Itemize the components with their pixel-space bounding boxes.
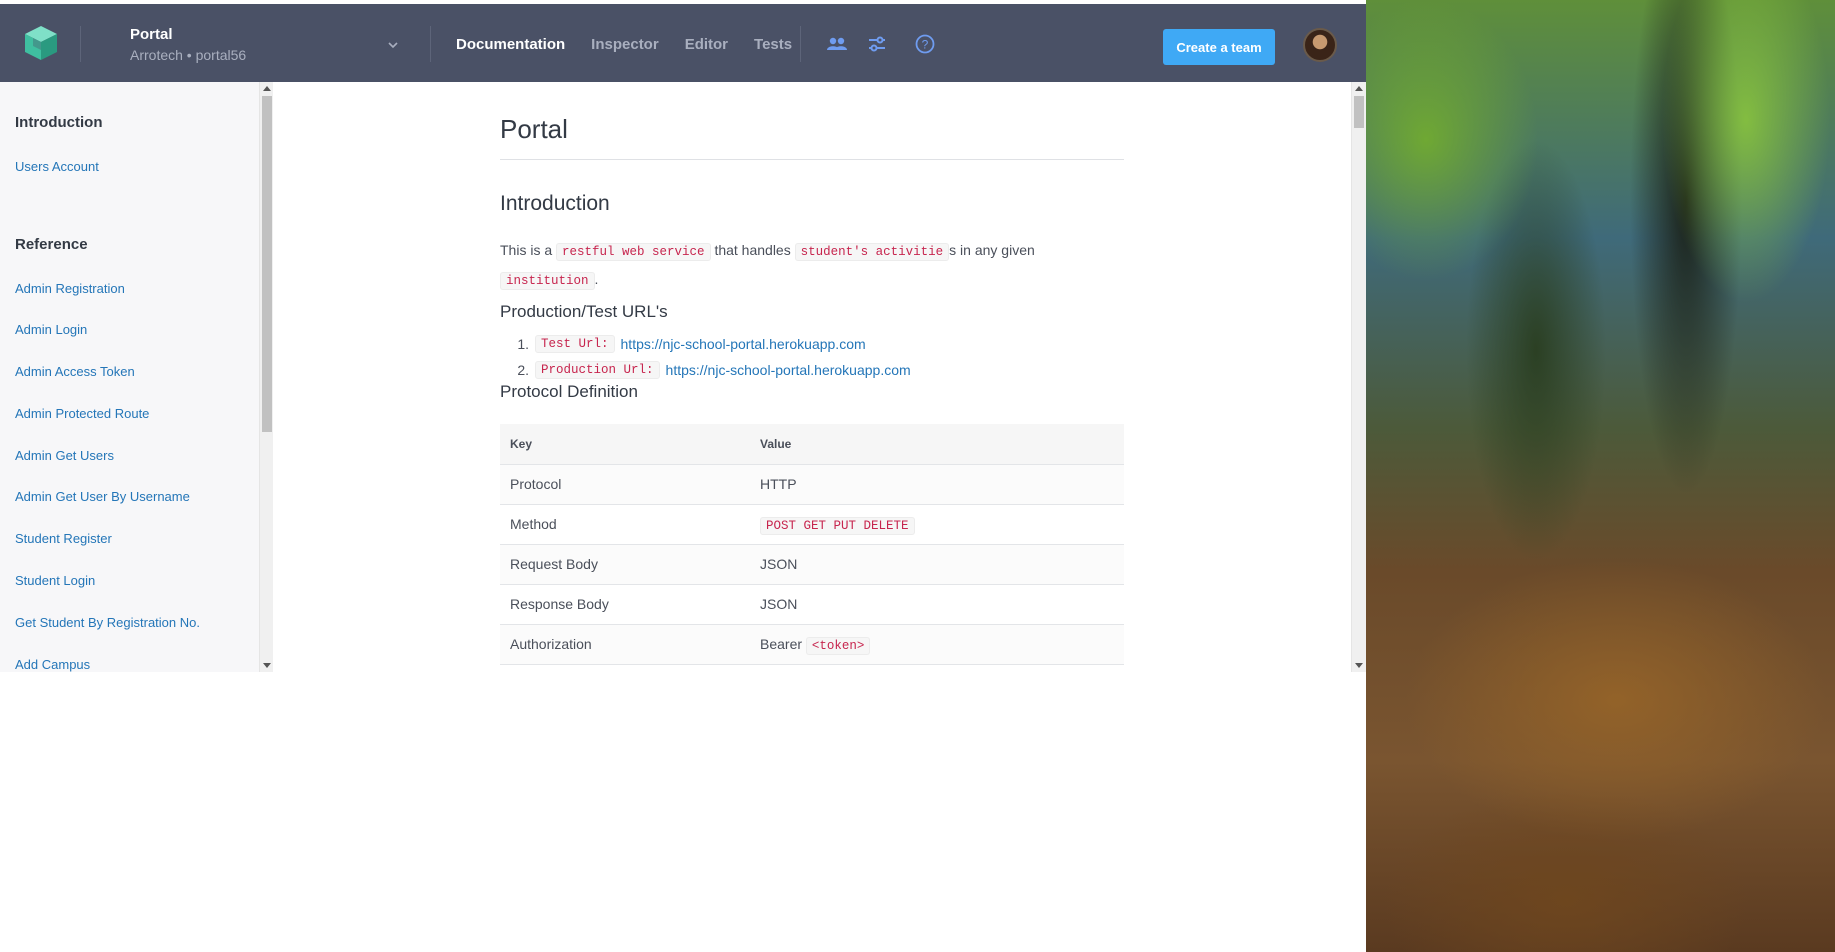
settings-sliders-icon[interactable] bbox=[866, 34, 888, 54]
inline-code: POST GET PUT DELETE bbox=[760, 516, 915, 535]
table-cell-value: JSON bbox=[750, 544, 1124, 585]
table-cell-key: Response Body bbox=[500, 584, 750, 625]
table-cell-key: Method bbox=[500, 504, 750, 545]
sidebar-item-admin-access-token[interactable]: Admin Access Token bbox=[15, 364, 135, 379]
main-tabs: Documentation Inspector Editor Tests bbox=[456, 36, 818, 53]
sidebar-item-add-campus[interactable]: Add Campus bbox=[15, 657, 90, 672]
title-divider bbox=[500, 159, 1124, 160]
table-cell-value: HTTP bbox=[750, 464, 1124, 505]
sidebar-scrollbar[interactable] bbox=[259, 82, 273, 672]
tab-inspector[interactable]: Inspector bbox=[591, 36, 659, 53]
tab-documentation[interactable]: Documentation bbox=[456, 36, 565, 53]
tab-editor[interactable]: Editor bbox=[685, 36, 728, 53]
scroll-up-arrow-icon[interactable] bbox=[263, 86, 271, 91]
main-scrollbar[interactable] bbox=[1351, 82, 1366, 672]
intro-paragraph: This is a restful web service that handl… bbox=[500, 237, 1124, 295]
table-cell-key: Authorization bbox=[500, 624, 750, 665]
sidebar-item-admin-registration[interactable]: Admin Registration bbox=[15, 281, 125, 296]
intro-heading: Introduction bbox=[500, 192, 610, 215]
intro-text: . bbox=[594, 271, 599, 287]
team-icon[interactable] bbox=[826, 34, 848, 54]
sidebar-item-get-student-by-registration[interactable]: Get Student By Registration No. bbox=[15, 615, 200, 630]
page-title: Portal bbox=[500, 114, 568, 144]
sidebar-heading-reference: Reference bbox=[15, 236, 88, 253]
chevron-down-icon[interactable] bbox=[386, 38, 400, 52]
help-icon[interactable]: ? bbox=[914, 34, 936, 54]
inline-code: Production Url: bbox=[535, 361, 660, 379]
project-name: Portal bbox=[130, 26, 173, 43]
main-scroll-thumb[interactable] bbox=[1354, 96, 1364, 128]
inline-code: institution bbox=[500, 272, 595, 290]
url-list: 1. Test Url: https://njc-school-portal.h… bbox=[500, 331, 911, 383]
table-cell-key: Protocol bbox=[500, 464, 750, 505]
sidebar-item-student-register[interactable]: Student Register bbox=[15, 531, 112, 546]
sidebar-scroll-thumb[interactable] bbox=[262, 96, 272, 432]
list-number: 1. bbox=[517, 336, 529, 352]
cell-text: Bearer bbox=[760, 635, 803, 652]
avatar[interactable] bbox=[1303, 28, 1337, 62]
sidebar-item-admin-protected-route[interactable]: Admin Protected Route bbox=[15, 406, 149, 421]
list-number: 2. bbox=[517, 362, 529, 378]
protocol-table: Key Value Protocol HTTP Method POST GET … bbox=[500, 424, 1124, 665]
intro-text: s in any given bbox=[949, 242, 1035, 258]
table-cell-value: Bearer <token> bbox=[750, 624, 1124, 665]
create-team-button[interactable]: Create a team bbox=[1163, 29, 1275, 65]
table-row: Authorization Bearer <token> bbox=[500, 624, 1124, 665]
protocol-heading: Protocol Definition bbox=[500, 382, 638, 401]
sidebar: Introduction Users Account Reference Adm… bbox=[0, 82, 259, 672]
scroll-up-arrow-icon[interactable] bbox=[1355, 86, 1363, 91]
list-item: 2. Production Url: https://njc-school-po… bbox=[500, 357, 911, 383]
header-divider bbox=[80, 26, 81, 62]
sidebar-item-admin-login[interactable]: Admin Login bbox=[15, 322, 87, 337]
desktop-wallpaper bbox=[1366, 0, 1835, 952]
scroll-down-arrow-icon[interactable] bbox=[263, 663, 271, 668]
logo-icon[interactable] bbox=[22, 24, 60, 62]
column-header-key: Key bbox=[500, 424, 750, 465]
table-cell-value: JSON bbox=[750, 584, 1124, 625]
project-subtitle: Arrotech • portal56 bbox=[130, 47, 247, 63]
table-cell-value: POST GET PUT DELETE bbox=[750, 504, 1124, 545]
urls-heading: Production/Test URL's bbox=[500, 302, 668, 321]
table-row: Response Body JSON bbox=[500, 584, 1124, 625]
documentation-pane: Portal Introduction This is a restful we… bbox=[273, 82, 1351, 672]
sidebar-item-admin-get-users[interactable]: Admin Get Users bbox=[15, 448, 114, 463]
top-navbar: Portal Arrotech • portal56 Documentation… bbox=[0, 4, 1366, 82]
cell-text: JSON bbox=[760, 596, 798, 612]
table-header-row: Key Value bbox=[500, 424, 1124, 465]
inline-code: restful web service bbox=[556, 243, 711, 261]
table-row: Method POST GET PUT DELETE bbox=[500, 504, 1124, 545]
cell-text: HTTP bbox=[760, 476, 797, 492]
project-selector[interactable]: Portal Arrotech • portal56 bbox=[130, 26, 246, 63]
sidebar-item-admin-get-user-by-username[interactable]: Admin Get User By Username bbox=[15, 489, 190, 504]
sidebar-item-users-account[interactable]: Users Account bbox=[15, 159, 99, 174]
inline-code: Test Url: bbox=[535, 335, 615, 353]
sidebar-heading-introduction: Introduction bbox=[15, 114, 103, 131]
tab-tests[interactable]: Tests bbox=[754, 36, 792, 53]
table-row: Protocol HTTP bbox=[500, 464, 1124, 505]
app-window: Portal Arrotech • portal56 Documentation… bbox=[0, 0, 1366, 672]
scroll-down-arrow-icon[interactable] bbox=[1355, 663, 1363, 668]
table-row: Request Body JSON bbox=[500, 544, 1124, 585]
inline-code: student's activitie bbox=[794, 243, 950, 261]
cell-text: JSON bbox=[760, 556, 798, 572]
header-divider bbox=[800, 26, 801, 62]
sidebar-item-student-login[interactable]: Student Login bbox=[15, 573, 95, 588]
header-divider bbox=[430, 26, 431, 62]
inline-code: <token> bbox=[805, 636, 871, 655]
list-item: 1. Test Url: https://njc-school-portal.h… bbox=[500, 331, 911, 357]
intro-text: that handles bbox=[714, 242, 791, 258]
column-header-value: Value bbox=[750, 424, 1124, 465]
intro-text: This is a bbox=[500, 242, 553, 258]
test-url-link[interactable]: https://njc-school-portal.herokuapp.com bbox=[621, 336, 866, 352]
production-url-link[interactable]: https://njc-school-portal.herokuapp.com bbox=[666, 362, 911, 378]
svg-text:?: ? bbox=[922, 38, 929, 52]
table-cell-key: Request Body bbox=[500, 544, 750, 585]
